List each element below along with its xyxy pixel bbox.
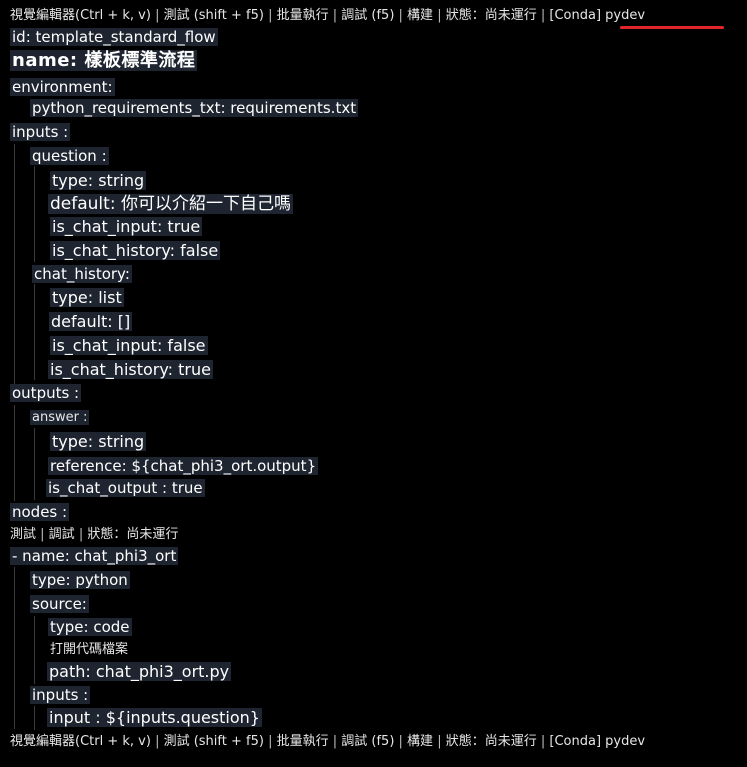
flow-codelens-top: 視覺編輯器(Ctrl + k, v) | 測試 (shift + f5) | 批…: [10, 8, 646, 23]
visual-editor-link[interactable]: 視覺編輯器(Ctrl + k, v): [10, 8, 151, 23]
yaml-python-requirements-line: python_requirements_txt: requirements.tx…: [30, 99, 359, 117]
visual-editor-link-bottom[interactable]: 視覺編輯器(Ctrl + k, v): [10, 734, 151, 749]
test-link[interactable]: 測試 (shift + f5): [164, 8, 264, 23]
run-status-bottom: 狀態：尚未運行: [445, 734, 537, 749]
node-codelens: 測試 | 調試 | 狀態：尚未運行: [10, 527, 179, 542]
yaml-inputs-line: inputs :: [10, 123, 71, 141]
indent-guide: [14, 405, 15, 501]
debug-link[interactable]: 調試 (f5): [341, 8, 394, 23]
yaml-node-input-line: input : ${inputs.question}: [47, 708, 262, 727]
yaml-source-type-line: type: code: [48, 618, 132, 636]
open-code-file-link[interactable]: 打開代碼檔案: [50, 639, 128, 661]
yaml-chat-history-is-chat-input-line: is_chat_input: false: [50, 336, 208, 355]
yaml-answer-reference-line: reference: ${chat_phi3_ort.output}: [48, 457, 319, 475]
yaml-source-line: source:: [30, 595, 89, 613]
indent-guide: [34, 616, 35, 684]
yaml-name-line: name: 樣板標準流程: [10, 50, 198, 71]
batch-run-link[interactable]: 批量執行: [277, 8, 329, 23]
debug-link-bottom[interactable]: 調試 (f5): [341, 734, 394, 749]
yaml-node-inputs-line: inputs :: [30, 686, 91, 704]
yaml-node-name-line: - name: chat_phi3_ort: [10, 547, 179, 565]
yaml-editor[interactable]: 視覺編輯器(Ctrl + k, v) | 測試 (shift + f5) | 批…: [0, 0, 747, 767]
flow-codelens-bottom: 視覺編輯器(Ctrl + k, v) | 測試 (shift + f5) | 批…: [10, 734, 646, 749]
yaml-chat-history-line: chat_history:: [32, 265, 132, 283]
node-test-link[interactable]: 測試: [10, 527, 36, 542]
indent-guide: [34, 166, 35, 262]
build-link[interactable]: 構建: [407, 8, 433, 23]
yaml-question-is-chat-input-line: is_chat_input: true: [50, 217, 203, 236]
batch-run-link-bottom[interactable]: 批量執行: [277, 734, 329, 749]
red-underline-annotation: [620, 26, 724, 29]
yaml-source-path-line: path: chat_phi3_ort.py: [47, 662, 232, 681]
yaml-answer-is-chat-output-line: is_chat_output : true: [46, 479, 205, 497]
yaml-question-default-line: default: 你可以介紹一下自己嗎: [48, 194, 293, 214]
yaml-node-type-line: type: python: [30, 571, 130, 589]
yaml-outputs-line: outputs :: [10, 384, 82, 402]
yaml-id-line: id: template_standard_flow: [10, 28, 218, 46]
yaml-chat-history-type-line: type: list: [50, 288, 124, 307]
node-run-status: 狀態：尚未運行: [87, 527, 179, 542]
indent-guide: [34, 428, 35, 500]
build-link-bottom[interactable]: 構建: [407, 734, 433, 749]
indent-guide: [34, 706, 35, 730]
node-debug-link[interactable]: 調試: [49, 527, 75, 542]
conda-env-selector[interactable]: [Conda] pydev: [549, 8, 645, 23]
test-link-bottom[interactable]: 測試 (shift + f5): [164, 734, 264, 749]
indent-guide: [14, 567, 15, 729]
indent-guide: [14, 144, 15, 384]
conda-env-selector-bottom[interactable]: [Conda] pydev: [549, 734, 645, 749]
yaml-nodes-line: nodes :: [10, 503, 70, 521]
indent-guide: [34, 284, 35, 380]
yaml-question-line: question :: [30, 147, 109, 165]
yaml-environment-line: environment:: [10, 78, 115, 96]
yaml-answer-line: answer :: [30, 410, 90, 425]
yaml-question-is-chat-history-line: is_chat_history: false: [50, 241, 221, 260]
yaml-question-type-line: type: string: [50, 171, 147, 190]
yaml-chat-history-is-chat-history-line: is_chat_history: true: [48, 360, 213, 379]
run-status: 狀態：尚未運行: [445, 8, 537, 23]
yaml-chat-history-default-line: default: []: [49, 312, 133, 331]
yaml-answer-type-line: type: string: [50, 432, 147, 451]
